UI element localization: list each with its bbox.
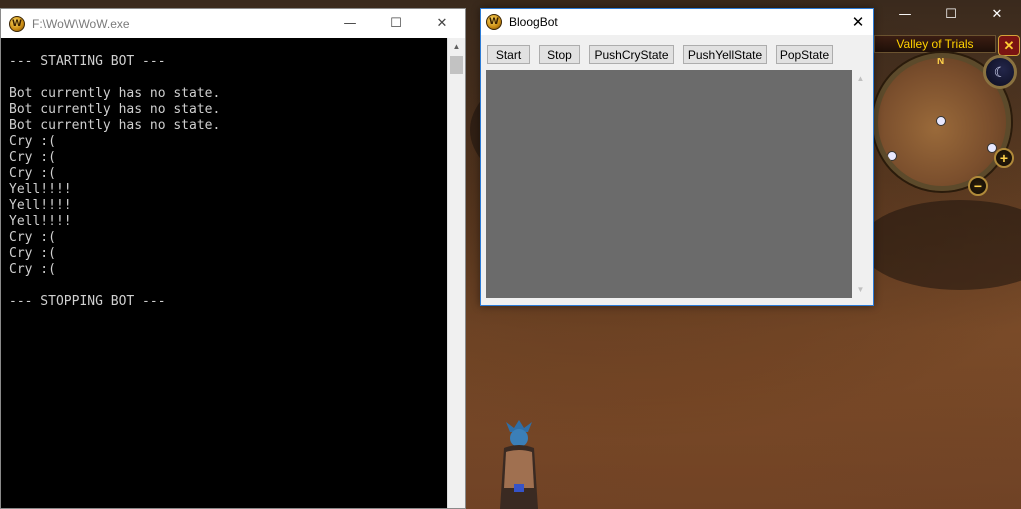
moon-icon[interactable]: ☾ [983,55,1017,89]
console-maximize-button[interactable]: ☐ [373,9,419,38]
bloogbot-output-area[interactable] [486,70,852,298]
bloogbot-title: BloogBot [509,15,558,29]
bloogbot-output-scrollbar[interactable]: ▲ ▼ [852,70,869,298]
push-yell-state-button[interactable]: PushYellState [683,45,767,64]
bloogbot-toolbar: Start Stop PushCryState PushYellState Po… [487,45,842,64]
console-title: F:\WoW\WoW.exe [32,16,130,31]
minimap-npc-blip [936,116,946,126]
minimap-north-marker: N [937,56,945,67]
terrain-shadow [860,200,1021,290]
scroll-up-icon[interactable]: ▲ [852,70,869,87]
console-window[interactable]: W F:\WoW\WoW.exe — ☐ ✕ --- STARTING BOT … [0,8,466,509]
pop-state-button[interactable]: PopState [776,45,833,64]
player-character [500,420,538,509]
console-output: --- STARTING BOT --- Bot currently has n… [9,54,221,309]
bloogbot-window[interactable]: W BloogBot ✕ Start Stop PushCryState Pus… [480,8,874,306]
wow-app-icon: W [486,14,502,30]
zone-name-label: Valley of Trials [874,35,996,53]
game-window-controls: — ☐ ✕ [882,0,1020,29]
game-close-button[interactable]: ✕ [974,0,1020,29]
minimap-zoom-in-button[interactable]: + [994,148,1014,168]
bloogbot-close-button[interactable]: ✕ [843,9,873,35]
minimap-zoom-out-button[interactable]: − [968,176,988,196]
console-titlebar[interactable]: W F:\WoW\WoW.exe — ☐ ✕ [1,9,465,38]
minimap-npc-blip [887,151,897,161]
scroll-up-icon[interactable]: ▲ [448,38,465,55]
console-minimize-button[interactable]: — [327,9,373,38]
push-cry-state-button[interactable]: PushCryState [589,45,674,64]
game-maximize-button[interactable]: ☐ [928,0,974,29]
scroll-down-icon[interactable]: ▼ [852,281,869,298]
console-close-button[interactable]: ✕ [419,9,465,38]
start-button[interactable]: Start [487,45,530,64]
stop-button[interactable]: Stop [539,45,580,64]
game-minimize-button[interactable]: — [882,0,928,29]
console-scrollbar[interactable]: ▲ [447,38,465,508]
scroll-thumb[interactable] [450,56,463,74]
bloogbot-titlebar[interactable]: W BloogBot ✕ [481,9,873,35]
wow-app-icon: W [9,15,25,32]
minimap-close-button[interactable]: ✕ [998,35,1020,56]
